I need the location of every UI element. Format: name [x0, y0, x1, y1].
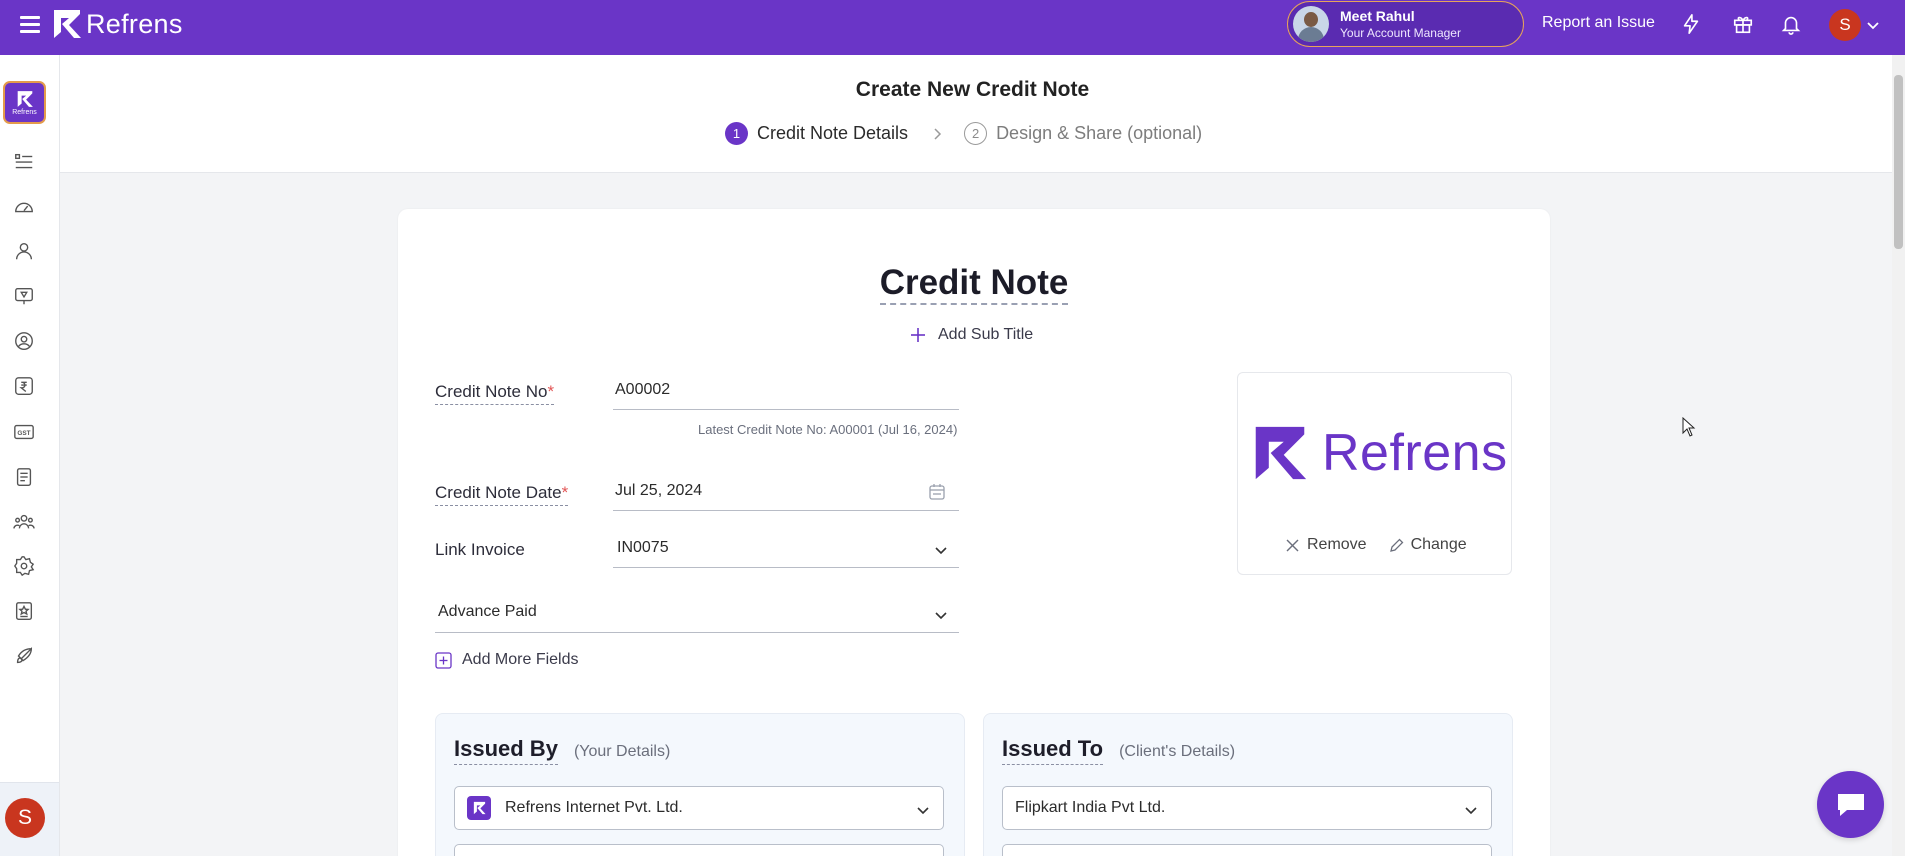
presentation-icon[interactable]: [13, 285, 35, 307]
brand-logo[interactable]: Refrens: [52, 8, 183, 40]
step-credit-note-details[interactable]: 1 Credit Note Details: [725, 122, 908, 145]
chevron-down-icon: [935, 612, 947, 620]
account-manager-avatar: [1293, 6, 1329, 42]
account-manager-name: Meet Rahul: [1340, 8, 1415, 24]
issued-to-panel: Issued To (Client's Details) Flipkart In…: [983, 713, 1513, 856]
issued-by-title: Issued By: [454, 736, 558, 765]
chevron-down-icon: [917, 807, 929, 815]
refrens-logo-icon: [54, 10, 81, 38]
add-subtitle-button[interactable]: Add Sub Title: [910, 326, 1033, 344]
user-avatar[interactable]: S: [1829, 9, 1861, 41]
calendar-icon[interactable]: [928, 483, 946, 501]
account-manager-pill[interactable]: Meet Rahul Your Account Manager: [1287, 1, 1524, 47]
list-icon[interactable]: [13, 151, 35, 173]
contact-icon[interactable]: [13, 330, 35, 352]
document-title[interactable]: Credit Note: [879, 263, 1069, 305]
chat-icon: [1837, 793, 1864, 816]
chevron-down-icon[interactable]: [1866, 18, 1880, 32]
issued-to-details-field[interactable]: [1002, 844, 1492, 856]
bell-icon[interactable]: [1780, 13, 1802, 35]
step-design-share[interactable]: 2 Design & Share (optional): [964, 122, 1202, 145]
page-header: Create New Credit Note 1 Credit Note Det…: [60, 55, 1892, 173]
rupee-icon[interactable]: [13, 375, 35, 397]
step-label: Credit Note Details: [757, 123, 909, 143]
rocket-icon[interactable]: [13, 645, 35, 667]
user-icon[interactable]: [13, 240, 35, 262]
account-manager-role: Your Account Manager: [1340, 26, 1461, 40]
issued-by-panel: Issued By (Your Details) Refrens Interne…: [435, 713, 965, 856]
credit-note-no-input[interactable]: A00002: [613, 372, 959, 410]
change-logo-button[interactable]: Change: [1389, 536, 1467, 554]
business-logo: Refrens: [1252, 423, 1508, 483]
sidebar-logo-button[interactable]: Refrens: [3, 81, 46, 124]
step-number: 1: [725, 122, 748, 145]
stepper: 1 Credit Note Details 2 Design & Share (…: [725, 122, 1202, 145]
sidebar: Refrens GST S: [0, 55, 60, 856]
issued-to-title: Issued To: [1002, 736, 1104, 765]
scrollbar-thumb[interactable]: [1894, 75, 1903, 249]
step-number: 2: [964, 122, 988, 145]
sidebar-user-avatar[interactable]: S: [5, 798, 45, 838]
dashboard-icon[interactable]: [13, 196, 35, 218]
hamburger-menu-icon[interactable]: [20, 16, 40, 34]
plus-square-icon: [435, 651, 452, 669]
team-icon[interactable]: [13, 511, 35, 533]
scrollbar[interactable]: [1892, 55, 1905, 856]
advance-paid-select[interactable]: Advance Paid: [435, 595, 959, 633]
gift-icon[interactable]: [1732, 13, 1754, 35]
chat-support-button[interactable]: [1817, 771, 1884, 838]
issued-by-subtitle: (Your Details): [573, 743, 671, 760]
latest-credit-note-hint: Latest Credit Note No: A00001 (Jul 16, 2…: [698, 422, 958, 437]
settings-icon[interactable]: [13, 555, 35, 577]
chevron-right-icon: [934, 127, 942, 140]
document-icon[interactable]: [13, 466, 35, 488]
issued-by-details-field[interactable]: [454, 844, 944, 856]
remove-logo-button[interactable]: Remove: [1285, 536, 1367, 554]
top-bar: Refrens Meet Rahul Your Account Manager …: [0, 0, 1905, 55]
credit-note-no-label: Credit Note No*: [435, 382, 555, 405]
credit-note-card: Credit Note Add Sub Title Credit Note No…: [398, 209, 1550, 856]
credit-note-date-input[interactable]: Jul 25, 2024: [613, 473, 959, 511]
issued-by-value: Refrens Internet Pvt. Ltd.: [505, 799, 683, 816]
gst-icon[interactable]: GST: [13, 421, 35, 443]
pencil-icon: [1389, 538, 1403, 552]
svg-text:GST: GST: [17, 430, 30, 437]
plus-icon: [911, 328, 925, 342]
issued-to-value: Flipkart India Pvt Ltd.: [1015, 799, 1166, 816]
refrens-logo-icon: [17, 90, 33, 107]
add-subtitle-label: Add Sub Title: [938, 326, 1034, 343]
company-logo-icon: [467, 796, 491, 820]
issued-to-select[interactable]: Flipkart India Pvt Ltd.: [1002, 786, 1492, 830]
add-more-fields-label: Add More Fields: [462, 651, 579, 668]
chevron-down-icon: [935, 547, 947, 555]
issued-by-select[interactable]: Refrens Internet Pvt. Ltd.: [454, 786, 944, 830]
step-label: Design & Share (optional): [996, 123, 1203, 143]
add-more-fields-button[interactable]: Add More Fields: [435, 651, 579, 669]
credit-note-date-label: Credit Note Date*: [435, 483, 569, 506]
close-icon: [1286, 539, 1299, 551]
business-logo-box: Refrens Remove Change: [1237, 372, 1512, 575]
badge-icon[interactable]: [13, 600, 35, 622]
page-title: Create New Credit Note: [855, 78, 1090, 101]
refrens-logo-icon: [1255, 426, 1307, 480]
brand-name: Refrens: [86, 8, 183, 39]
sidebar-logo-label: Refrens: [12, 108, 37, 116]
lightning-icon[interactable]: [1680, 13, 1702, 35]
chevron-down-icon: [1465, 807, 1477, 815]
mouse-cursor-icon: [1682, 417, 1696, 437]
sidebar-footer: S: [0, 782, 59, 856]
business-logo-text: Refrens: [1322, 424, 1508, 482]
link-invoice-label: Link Invoice: [435, 540, 525, 559]
report-issue-link[interactable]: Report an Issue: [1542, 14, 1655, 32]
link-invoice-select[interactable]: IN0075: [613, 530, 959, 568]
issued-to-subtitle: (Client's Details): [1119, 743, 1236, 760]
